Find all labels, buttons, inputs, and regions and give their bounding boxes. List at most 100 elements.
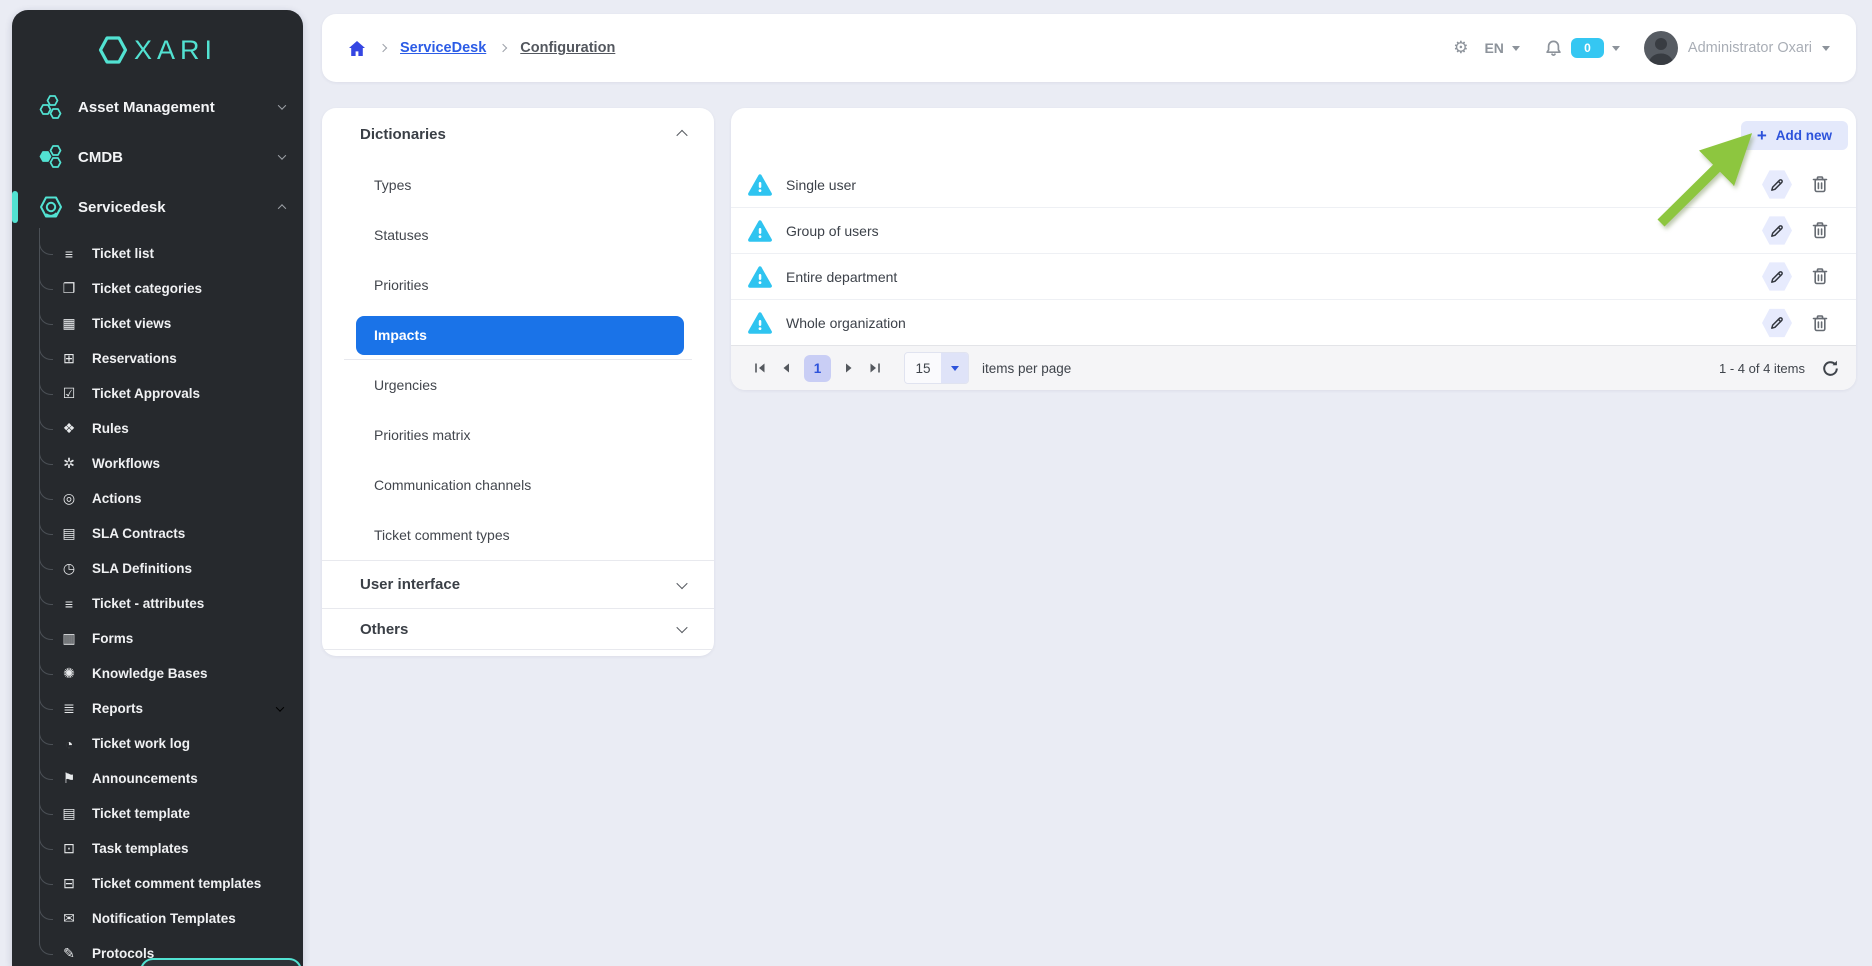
sidebar-subitem[interactable]: ≡ Ticket list xyxy=(12,236,303,271)
delete-button[interactable] xyxy=(1810,220,1830,241)
pencil-icon xyxy=(1769,269,1785,285)
chevron-down-icon xyxy=(676,622,687,633)
ticket-attributes-icon: ≡ xyxy=(58,596,80,612)
home-icon[interactable] xyxy=(348,40,366,57)
bell-icon xyxy=(1544,39,1563,58)
edit-button[interactable] xyxy=(1762,308,1792,338)
edit-button[interactable] xyxy=(1762,216,1792,246)
sidebar: XARI Asset Management CMDB xyxy=(12,10,303,966)
sidebar-subitem[interactable]: ▤ SLA Contracts xyxy=(12,516,303,551)
trash-icon xyxy=(1810,313,1830,334)
breadcrumb-separator xyxy=(379,44,387,52)
delete-button[interactable] xyxy=(1810,266,1830,287)
sidebar-subitem[interactable]: ≡ Ticket - attributes xyxy=(12,586,303,621)
sidebar-subitem[interactable]: ⊞ Reservations xyxy=(12,341,303,376)
dictionary-item[interactable]: Communication channels xyxy=(322,460,714,510)
sla-contracts-icon: ▤ xyxy=(58,525,80,542)
language-selector[interactable]: EN xyxy=(1484,40,1519,56)
chevron-up-icon xyxy=(278,204,286,212)
settings-gear-icon[interactable]: ⚙ xyxy=(1453,38,1468,58)
edit-button[interactable] xyxy=(1762,262,1792,292)
add-new-button[interactable]: + Add new xyxy=(1741,121,1848,150)
dictionary-item[interactable]: Priorities matrix xyxy=(322,410,714,460)
page-number-button[interactable]: 1 xyxy=(804,355,831,382)
pencil-icon xyxy=(1769,315,1785,331)
notifications-dropdown[interactable]: 0 xyxy=(1544,38,1620,58)
pagination-bar: 1 15 items per page 1 - 4 of 4 items xyxy=(731,345,1856,390)
brand-logo-text: XARI xyxy=(134,37,217,64)
sidebar-subitem[interactable]: ▥ Forms xyxy=(12,621,303,656)
trash-icon xyxy=(1810,266,1830,287)
sidebar-item-asset-management[interactable]: Asset Management xyxy=(12,82,303,132)
dictionaries-list: Types Statuses Priorities Impacts Urgenc… xyxy=(322,160,714,560)
protocols-icon: ✎ xyxy=(58,945,80,962)
pencil-icon xyxy=(1769,223,1785,239)
sidebar-item-cmdb[interactable]: CMDB xyxy=(12,132,303,182)
dictionary-item[interactable]: Ticket comment types xyxy=(322,510,714,560)
last-page-button[interactable] xyxy=(862,355,888,381)
sidebar-subitem[interactable]: ◷ SLA Definitions xyxy=(12,551,303,586)
sidebar-subitem[interactable]: ▤ Ticket template xyxy=(12,796,303,831)
cmdb-icon xyxy=(36,144,66,170)
sidebar-subitem[interactable]: ❖ Rules xyxy=(12,411,303,446)
trash-icon xyxy=(1810,220,1830,241)
sidebar-subitem[interactable]: ▦ Ticket views xyxy=(12,306,303,341)
delete-button[interactable] xyxy=(1810,313,1830,334)
previous-page-button[interactable] xyxy=(773,355,799,381)
dictionary-item[interactable]: Priorities xyxy=(322,260,714,310)
pencil-icon xyxy=(1769,177,1785,193)
breadcrumb-separator xyxy=(499,44,507,52)
impact-row: Entire department xyxy=(731,254,1856,300)
ticket-views-icon: ▦ xyxy=(58,315,80,332)
servicedesk-submenu: ≡ Ticket list ❐ Ticket categories ▦ Tick… xyxy=(12,236,303,966)
sidebar-subitem[interactable]: ◔ Ticket work log xyxy=(12,726,303,761)
items-per-page-label: items per page xyxy=(982,361,1071,376)
dictionary-item[interactable]: Urgencies xyxy=(322,360,714,410)
dictionaries-accordion-header[interactable]: Dictionaries xyxy=(322,108,714,160)
trash-icon xyxy=(1810,174,1830,195)
asset-management-icon xyxy=(36,94,66,120)
dictionary-item[interactable]: Impacts xyxy=(322,310,714,360)
impact-row: Single user xyxy=(731,162,1856,208)
sidebar-item-servicedesk[interactable]: Servicedesk xyxy=(12,182,303,232)
next-page-button[interactable] xyxy=(836,355,862,381)
caret-down-icon xyxy=(1822,46,1830,51)
sidebar-subitem[interactable]: ❐ Ticket categories xyxy=(12,271,303,306)
sidebar-subitem[interactable]: ✲ Workflows xyxy=(12,446,303,481)
dictionary-item[interactable]: Statuses xyxy=(322,210,714,260)
sidebar-subitem[interactable]: ◎ Actions xyxy=(12,481,303,516)
brand-logo: XARI xyxy=(12,10,303,82)
dictionary-item[interactable]: Types xyxy=(322,160,714,210)
ticket-template-icon: ▤ xyxy=(58,805,80,822)
sidebar-subitem[interactable]: ✺ Knowledge Bases xyxy=(12,656,303,691)
sidebar-subitem[interactable]: ⊟ Ticket comment templates xyxy=(12,866,303,901)
page-size-select[interactable]: 15 xyxy=(904,352,969,384)
ticket-approvals-icon: ☑ xyxy=(58,385,80,402)
warning-triangle-icon xyxy=(747,265,773,289)
breadcrumb-current-configuration[interactable]: Configuration xyxy=(520,40,615,56)
sidebar-subitem[interactable]: ≣ Reports xyxy=(12,691,303,726)
rules-icon: ❖ xyxy=(58,420,80,437)
task-templates-icon: ⊡ xyxy=(58,840,80,857)
delete-button[interactable] xyxy=(1810,174,1830,195)
sidebar-subitem[interactable]: ⊡ Task templates xyxy=(12,831,303,866)
caret-down-icon xyxy=(1512,46,1520,51)
sidebar-active-subitem-partial[interactable] xyxy=(140,958,302,966)
first-page-button[interactable] xyxy=(747,355,773,381)
refresh-icon xyxy=(1821,359,1840,378)
chevron-up-icon xyxy=(676,130,687,141)
sidebar-subitem[interactable]: ⚑ Announcements xyxy=(12,761,303,796)
refresh-button[interactable] xyxy=(1821,359,1840,378)
section-user-interface[interactable]: User interface xyxy=(322,560,714,608)
pagination-range-label: 1 - 4 of 4 items xyxy=(1719,361,1805,376)
sidebar-subitem[interactable]: ✉ Notification Templates xyxy=(12,901,303,936)
breadcrumb-link-servicedesk[interactable]: ServiceDesk xyxy=(400,40,486,56)
edit-button[interactable] xyxy=(1762,170,1792,200)
user-menu[interactable]: Administrator Oxari xyxy=(1644,31,1830,65)
forms-icon: ▥ xyxy=(58,630,80,647)
section-others[interactable]: Others xyxy=(322,608,714,650)
warning-triangle-icon xyxy=(747,219,773,243)
sidebar-subitem[interactable]: ☑ Ticket Approvals xyxy=(12,376,303,411)
impact-row: Whole organization xyxy=(731,300,1856,346)
announcements-icon: ⚑ xyxy=(58,770,80,787)
